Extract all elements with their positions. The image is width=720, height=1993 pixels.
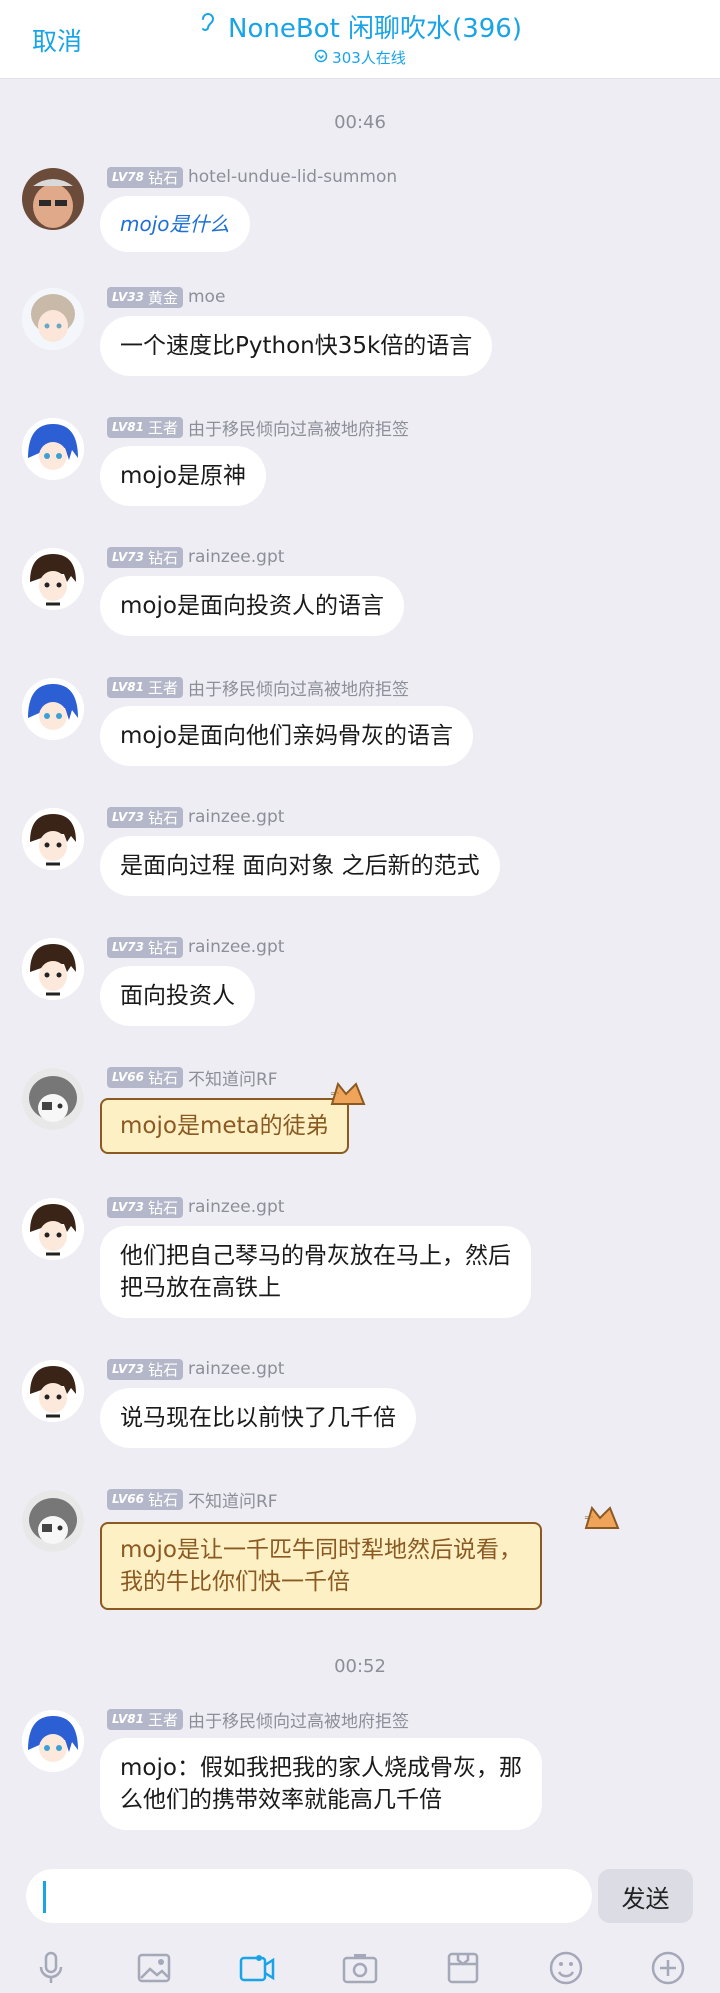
sender-meta: LV81 王者 由于移民倾向过高被地府拒签	[107, 415, 409, 440]
avatar[interactable]	[22, 168, 84, 230]
camera-icon[interactable]	[340, 1948, 380, 1988]
online-count-text: 303人在线	[332, 49, 406, 67]
sender-meta: LV73 钻石 rainzee.gpt	[107, 936, 284, 958]
sender-name[interactable]: rainzee.gpt	[188, 937, 284, 957]
sender-meta: LV73 钻石 rainzee.gpt	[107, 1196, 284, 1218]
avatar[interactable]	[22, 1710, 84, 1772]
avatar[interactable]	[22, 1490, 84, 1552]
message-bubble[interactable]: 一个速度比Python快35k倍的语言	[100, 316, 493, 376]
sender-meta: LV73 钻石 rainzee.gpt	[107, 1358, 284, 1380]
level-badge: LV81 王者	[107, 416, 183, 438]
sender-name[interactable]: rainzee.gpt	[188, 547, 284, 567]
sender-name[interactable]: 由于移民倾向过高被地府拒签	[188, 1707, 409, 1732]
sender-name[interactable]: hotel-undue-lid-summon	[188, 167, 397, 187]
plus-icon[interactable]	[648, 1948, 688, 1988]
sender-meta: LV33 黄金 moe	[107, 286, 225, 308]
svg-text:=·: =·	[584, 1513, 593, 1522]
sender-name[interactable]: 由于移民倾向过高被地府拒签	[188, 675, 409, 700]
message-bubble[interactable]: mojo是面向他们亲妈骨灰的语言	[100, 706, 473, 766]
level-badge: LV73 钻石	[107, 546, 183, 568]
timestamp: 00:52	[334, 1656, 386, 1677]
avatar[interactable]	[22, 938, 84, 1000]
folder-icon[interactable]	[443, 1948, 483, 1988]
avatar[interactable]	[22, 418, 84, 480]
sender-meta: LV73 钻石 rainzee.gpt	[107, 806, 284, 828]
message-bubble[interactable]: 他们把自己琴马的骨灰放在马上，然后 把马放在高铁上	[100, 1226, 531, 1318]
group-title-text: NoneBot 闲聊吹水(396)	[228, 14, 522, 44]
level-badge: LV33 黄金	[107, 286, 183, 308]
sender-meta: LV66 钻石 不知道问RF	[107, 1487, 278, 1512]
avatar[interactable]	[22, 1360, 84, 1422]
sender-name[interactable]: 不知道问RF	[188, 1487, 278, 1512]
cat-ears-icon: =·	[582, 1504, 622, 1534]
sender-name[interactable]: rainzee.gpt	[188, 1359, 284, 1379]
avatar[interactable]	[22, 548, 84, 610]
send-button[interactable]: 发送	[598, 1869, 693, 1923]
sender-name[interactable]: rainzee.gpt	[188, 1197, 284, 1217]
message-bubble[interactable]: mojo是原神	[100, 446, 266, 506]
sender-name[interactable]: 由于移民倾向过高被地府拒签	[188, 415, 409, 440]
avatar[interactable]	[22, 1068, 84, 1130]
level-badge: LV81 王者	[107, 1708, 183, 1730]
message-bubble[interactable]: mojo是让一千匹牛同时犁地然后说看， 我的牛比你们快一千倍	[100, 1522, 542, 1610]
image-icon[interactable]	[134, 1948, 174, 1988]
online-count: 303人在线	[314, 47, 406, 68]
sender-name[interactable]: 不知道问RF	[188, 1065, 278, 1090]
svg-text:=·: =·	[330, 1089, 339, 1098]
sender-meta: LV81 王者 由于移民倾向过高被地府拒签	[107, 1707, 409, 1732]
avatar[interactable]	[22, 1198, 84, 1260]
group-title: NoneBot 闲聊吹水(396)	[198, 8, 522, 45]
avatar[interactable]	[22, 808, 84, 870]
emoji-icon[interactable]	[546, 1948, 586, 1988]
sender-meta: LV66 钻石 不知道问RF	[107, 1065, 278, 1090]
video-icon[interactable]	[237, 1948, 277, 1988]
avatar[interactable]	[22, 288, 84, 350]
sender-name[interactable]: rainzee.gpt	[188, 807, 284, 827]
level-badge: LV81 王者	[107, 676, 183, 698]
sender-meta: LV73 钻石 rainzee.gpt	[107, 546, 284, 568]
input-toolbar	[0, 1942, 720, 1993]
level-badge: LV66 钻石	[107, 1066, 183, 1088]
sender-meta: LV78 钻石 hotel-undue-lid-summon	[107, 166, 397, 188]
level-badge: LV73 钻石	[107, 806, 183, 828]
message-bubble[interactable]: 是面向过程 面向对象 之后新的范式	[100, 836, 500, 896]
composer: 发送	[0, 1855, 720, 1993]
message-bubble[interactable]: 说马现在比以前快了几千倍	[100, 1388, 416, 1448]
top-bar: 取消 NoneBot 闲聊吹水(396) 303人在线	[0, 0, 720, 79]
level-badge: LV78 钻石	[107, 166, 183, 188]
timestamp: 00:46	[334, 112, 386, 133]
cat-ears-icon: =·	[328, 1080, 368, 1110]
level-badge: LV73 钻石	[107, 1358, 183, 1380]
message-bubble[interactable]: mojo：假如我把我的家人烧成骨灰，那 么他们的携带效率就能高几千倍	[100, 1738, 542, 1830]
sender-meta: LV81 王者 由于移民倾向过高被地府拒签	[107, 675, 409, 700]
mic-icon[interactable]	[31, 1948, 71, 1988]
message-input[interactable]	[26, 1869, 592, 1923]
level-badge: LV66 钻石	[107, 1488, 183, 1510]
message-bubble[interactable]: mojo是面向投资人的语言	[100, 576, 404, 636]
text-cursor	[43, 1881, 46, 1913]
sender-name[interactable]: moe	[188, 287, 225, 307]
level-badge: LV73 钻石	[107, 936, 183, 958]
avatar[interactable]	[22, 678, 84, 740]
message-bubble[interactable]: mojo是meta的徒弟	[100, 1098, 349, 1154]
level-badge: LV73 钻石	[107, 1196, 183, 1218]
message-bubble[interactable]: 面向投资人	[100, 966, 255, 1026]
ear-icon	[198, 10, 218, 43]
title-area[interactable]: NoneBot 闲聊吹水(396) 303人在线	[0, 8, 720, 68]
online-icon	[314, 49, 328, 67]
message-bubble[interactable]: mojo是什么	[100, 196, 250, 252]
